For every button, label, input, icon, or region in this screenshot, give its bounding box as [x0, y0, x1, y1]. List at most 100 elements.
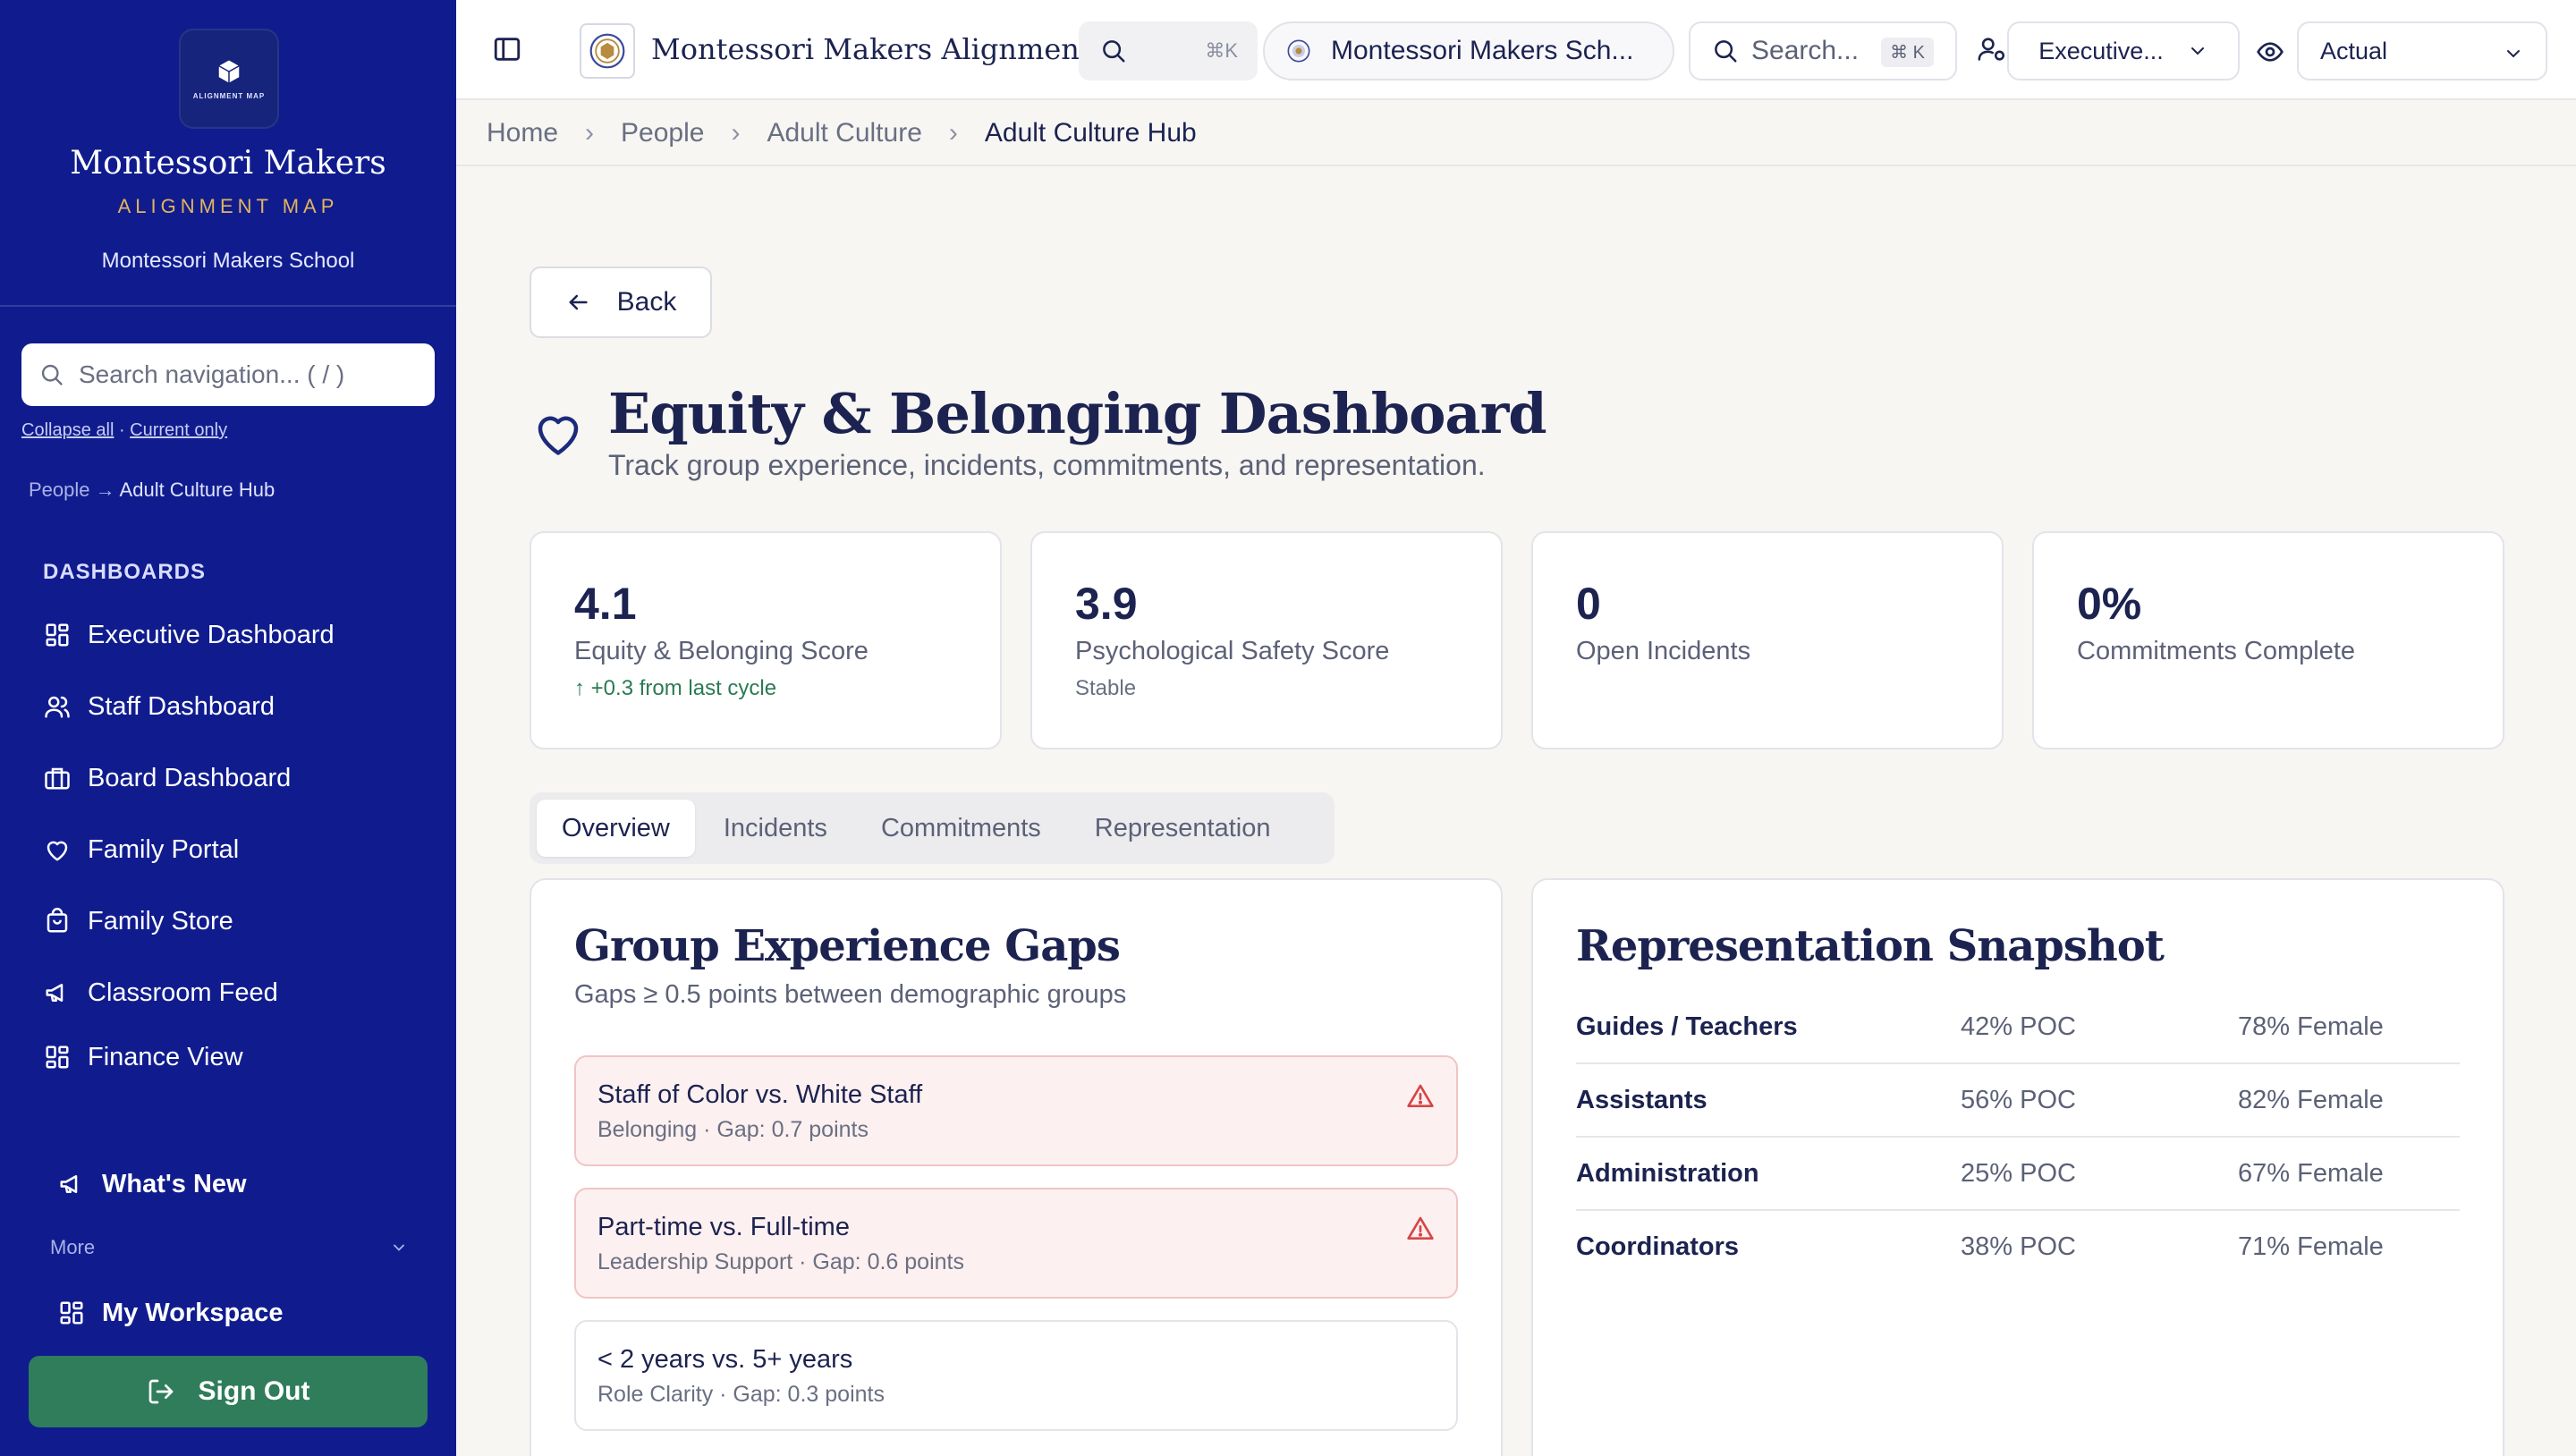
users-icon — [43, 692, 72, 721]
sidebar-breadcrumb: People → Adult Culture Hub — [29, 478, 275, 502]
link-separator: · — [118, 420, 131, 440]
command-shortcut: ⌘K — [1205, 39, 1238, 62]
breadcrumb-adult-culture[interactable]: Adult Culture — [767, 118, 921, 148]
school-selector[interactable]: Montessori Makers Sch... — [1263, 21, 1674, 80]
breadcrumb: Home › People › Adult Culture › Adult Cu… — [456, 102, 2576, 166]
sidebar-toggle-button[interactable] — [492, 34, 522, 69]
eye-icon — [2257, 42, 2284, 62]
warning-icon — [1406, 1082, 1435, 1115]
whats-new-item[interactable]: What's New — [57, 1166, 247, 1202]
nav-search-input[interactable]: Search navigation... ( / ) — [21, 343, 435, 406]
rep-poc: 56% POC — [1961, 1086, 2076, 1114]
megaphone-icon — [57, 1170, 86, 1198]
breadcrumb-home[interactable]: Home — [487, 118, 558, 148]
breadcrumb-people[interactable]: People — [621, 118, 704, 148]
sidebar-item-finance-view[interactable]: Finance View — [43, 1039, 243, 1075]
rep-poc: 42% POC — [1961, 1012, 2076, 1041]
stat-value: 3.9 — [1075, 579, 1138, 629]
stat-value: 4.1 — [574, 579, 637, 629]
representation-snapshot-card: Representation Snapshot Guides / Teacher… — [1531, 878, 2504, 1456]
sidebar-item-classroom-feed[interactable]: Classroom Feed — [43, 975, 278, 1011]
rep-poc: 25% POC — [1961, 1159, 2076, 1188]
tab-representation[interactable]: Representation — [1070, 800, 1296, 857]
sidebar-item-staff-dashboard[interactable]: Staff Dashboard — [43, 689, 275, 724]
chevron-down-icon — [2187, 40, 2208, 62]
tab-overview[interactable]: Overview — [537, 800, 695, 857]
gap-name: Staff of Color vs. White Staff — [597, 1080, 923, 1109]
stat-trend: ↑ +0.3 from last cycle — [574, 676, 777, 700]
logout-icon — [147, 1377, 175, 1406]
tab-commitments[interactable]: Commitments — [856, 800, 1066, 857]
school-crest-icon — [589, 33, 625, 69]
view-mode-selector[interactable]: Actual — [2297, 21, 2547, 80]
role-selector[interactable]: Executive... — [2007, 21, 2240, 80]
sidebar-item-board-dashboard[interactable]: Board Dashboard — [43, 760, 291, 796]
gap-item[interactable]: Staff of Color vs. White Staff Belonging… — [574, 1055, 1458, 1166]
arrow-left-icon — [565, 290, 590, 315]
sidebar-crumb-arrow: → — [95, 478, 115, 501]
gap-detail: Belonging · Gap: 0.7 points — [597, 1117, 869, 1142]
sign-out-button[interactable]: Sign Out — [29, 1356, 428, 1427]
grid-icon — [43, 1043, 72, 1071]
rep-poc: 38% POC — [1961, 1232, 2076, 1261]
view-mode-label: Actual — [2320, 37, 2388, 64]
school-crest-icon — [1287, 39, 1310, 63]
gap-item[interactable]: Part-time vs. Full-time Leadership Suppo… — [574, 1188, 1458, 1299]
back-button[interactable]: Back — [530, 267, 712, 338]
stat-card-safety: 3.9 Psychological Safety Score Stable — [1030, 531, 1503, 749]
whats-new-label: What's New — [102, 1169, 247, 1198]
nav-links: Collapse all · Current only — [21, 420, 227, 441]
app-title: Montessori Makers Alignmen... — [651, 32, 1107, 66]
rep-female: 71% Female — [2238, 1232, 2384, 1261]
search-icon — [1715, 40, 1737, 63]
global-search-input[interactable]: Search... ⌘ K — [1689, 21, 1957, 80]
sidebar-item-label: Classroom Feed — [88, 978, 278, 1007]
representation-row: Guides / Teachers 42% POC 78% Female — [1576, 991, 2460, 1064]
persona-button[interactable] — [1977, 34, 2007, 69]
stat-label: Equity & Belonging Score — [574, 637, 869, 665]
tab-incidents[interactable]: Incidents — [699, 800, 852, 857]
global-search-placeholder: Search... — [1751, 36, 1860, 65]
sidebar-item-label: Family Portal — [88, 834, 240, 864]
sidebar: ALIGNMENT MAP Montessori Makers ALIGNMEN… — [0, 0, 456, 1456]
sidebar-item-label: Executive Dashboard — [88, 620, 335, 649]
sidebar-item-executive-dashboard[interactable]: Executive Dashboard — [43, 617, 335, 653]
rep-female: 82% Female — [2238, 1086, 2384, 1114]
stat-card-incidents: 0 Open Incidents — [1531, 531, 2004, 749]
more-label: More — [50, 1236, 96, 1258]
dashboards-section-heading: DASHBOARDS — [43, 560, 207, 584]
sidebar-item-label: Board Dashboard — [88, 763, 292, 792]
school-selector-label: Montessori Makers Sch... — [1331, 36, 1634, 65]
sidebar-item-label: Staff Dashboard — [88, 691, 275, 721]
representation-row: Assistants 56% POC 82% Female — [1576, 1064, 2460, 1138]
sidebar-crumb-current[interactable]: Adult Culture Hub — [120, 478, 275, 501]
page-subtitle: Track group experience, incidents, commi… — [608, 449, 1486, 481]
more-toggle[interactable]: More — [50, 1236, 408, 1259]
card-title: Representation Snapshot — [1576, 921, 2165, 971]
current-only-link[interactable]: Current only — [130, 420, 227, 440]
rep-role: Guides / Teachers — [1576, 1012, 1798, 1041]
sidebar-item-family-portal[interactable]: Family Portal — [43, 832, 239, 868]
chevron-down-icon — [394, 1244, 404, 1251]
briefcase-icon — [43, 764, 72, 792]
view-mode-icon-button[interactable] — [2256, 38, 2284, 71]
search-icon — [41, 364, 63, 385]
dashboard-tabs: Overview Incidents Commitments Represent… — [530, 792, 1335, 864]
breadcrumb-separator: › — [585, 118, 595, 148]
breadcrumb-current: Adult Culture Hub — [984, 118, 1197, 148]
nav-search-placeholder: Search navigation... ( / ) — [79, 360, 345, 388]
breadcrumb-separator: › — [731, 118, 741, 148]
app-logo — [580, 23, 635, 79]
my-workspace-item[interactable]: My Workspace — [57, 1295, 284, 1331]
gap-item[interactable]: < 2 years vs. 5+ years Role Clarity · Ga… — [574, 1320, 1458, 1431]
chevron-down-icon — [2503, 43, 2524, 64]
brand-subtitle: ALIGNMENT MAP — [117, 195, 339, 217]
grid-icon — [57, 1299, 86, 1327]
sidebar-item-family-store[interactable]: Family Store — [43, 903, 233, 939]
representation-row: Administration 25% POC 67% Female — [1576, 1138, 2460, 1211]
sidebar-crumb-parent[interactable]: People — [29, 478, 90, 501]
command-palette-button[interactable]: ⌘K — [1079, 21, 1258, 80]
collapse-all-link[interactable]: Collapse all — [21, 420, 114, 440]
gap-name: Part-time vs. Full-time — [597, 1213, 850, 1241]
rep-role: Coordinators — [1576, 1232, 1740, 1261]
